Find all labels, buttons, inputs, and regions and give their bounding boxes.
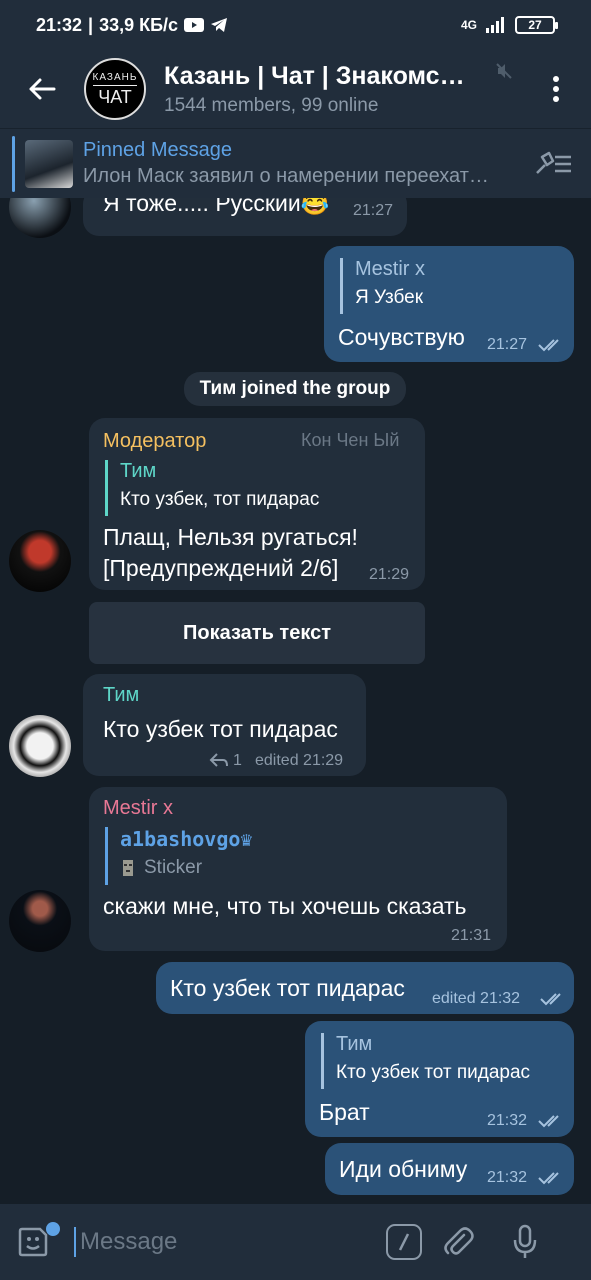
- sticker-smile-icon: [18, 1227, 48, 1257]
- sender-name[interactable]: Mestir x: [103, 797, 173, 820]
- message-time: edited 21:32: [432, 990, 521, 1007]
- message-list[interactable]: Я тоже..... Русский😂 21:27 Mestir x Я Уз…: [0, 198, 591, 1204]
- avatar[interactable]: [9, 890, 71, 952]
- message-text: Сочувствую: [338, 324, 465, 350]
- message-time: 21:29: [369, 566, 410, 583]
- message-time: 21:32: [487, 1112, 528, 1129]
- message-time: 21:27: [353, 202, 394, 219]
- avatar[interactable]: [9, 530, 71, 592]
- message-text: скажи мне, что ты хочешь сказать: [103, 893, 467, 919]
- chat-title-area[interactable]: Казань | Чат | Знакомс… 1544 members, 99…: [164, 62, 494, 117]
- read-check-icon: [540, 993, 561, 1006]
- reply-name: Тим: [120, 460, 157, 482]
- read-check-icon: [538, 1172, 559, 1185]
- message-bubble[interactable]: Иди обниму 21:32: [325, 1143, 574, 1195]
- reply-preview[interactable]: Тим Кто узбек, тот пидарас: [105, 460, 319, 516]
- message-bubble[interactable]: Кто узбек тот пидарас edited 21:32: [156, 962, 574, 1014]
- youtube-icon: [184, 18, 205, 32]
- read-check-icon: [538, 1115, 559, 1128]
- pinned-thumbnail: [25, 139, 73, 188]
- sender-name[interactable]: Модератор: [103, 430, 206, 453]
- message-text: Я тоже..... Русский😂: [103, 198, 330, 216]
- back-button[interactable]: [0, 50, 84, 128]
- reply-text: Кто узбек тот пидарас: [336, 1062, 531, 1083]
- attach-button[interactable]: [422, 1225, 494, 1259]
- message-text: Кто узбек тот пидарас: [170, 975, 405, 1001]
- pinned-text: Илон Маск заявил о намерении переехат…: [83, 165, 489, 187]
- battery-icon: 27: [515, 16, 558, 34]
- avatar-line1: КАЗАНЬ: [92, 72, 138, 86]
- text-cursor: [74, 1227, 76, 1257]
- message-bubble[interactable]: Я тоже..... Русский😂 21:27: [83, 198, 407, 236]
- message-bubble[interactable]: Модератор Кон Чен Ый Тим Кто узбек, тот …: [89, 418, 425, 590]
- network-label: 4G: [460, 18, 477, 32]
- message-bubble[interactable]: Тим Кто узбек тот пидарас 1 edited 21:29: [83, 674, 366, 776]
- reply-name: a1bashovgo♛: [120, 827, 253, 851]
- avatar[interactable]: [9, 198, 71, 238]
- reply-preview[interactable]: Mestir x Я Узбек: [340, 258, 425, 314]
- reply-preview[interactable]: Тим Кто узбек тот пидарас: [321, 1033, 530, 1089]
- message-bubble[interactable]: Mestir x a1bashovgo♛ Sticker скажи мне, …: [89, 787, 507, 951]
- chat-header: КАЗАНЬ ЧАТ Казань | Чат | Знакомс… 1544 …: [0, 50, 591, 128]
- status-time: 21:32: [36, 14, 83, 35]
- pinned-list-button[interactable]: [533, 149, 573, 182]
- status-separator: |: [88, 14, 94, 35]
- reply-name: Mestir x: [355, 258, 425, 280]
- moai-sticker-icon: [123, 860, 133, 876]
- message-text: Брат: [319, 1099, 370, 1125]
- microphone-icon: [513, 1224, 537, 1258]
- reply-name: Тим: [336, 1033, 373, 1055]
- reply-preview[interactable]: a1bashovgo♛ Sticker: [105, 827, 252, 885]
- message-time: 21:32: [487, 1169, 528, 1186]
- more-vertical-icon: [553, 76, 559, 102]
- pin-list-icon: [536, 151, 571, 174]
- status-bar: 21:32 | 33,9 КБ/с 4G 27: [0, 0, 591, 50]
- mute-icon: [496, 63, 512, 79]
- telegram-icon: [211, 18, 228, 32]
- read-check-icon: [538, 339, 559, 352]
- message-time: edited 21:29: [255, 752, 344, 769]
- show-text-button[interactable]: Показать текст: [89, 602, 425, 664]
- reply-arrow-icon: [209, 753, 228, 767]
- reply-count[interactable]: 1: [233, 752, 242, 770]
- pinned-label: Pinned Message: [83, 139, 232, 161]
- chat-title: Казань | Чат | Знакомс…: [164, 61, 465, 90]
- message-text-line2: [Предупреждений 2/6]: [103, 555, 339, 581]
- battery-level: 27: [528, 18, 542, 32]
- pinned-message-bar[interactable]: Pinned Message Илон Маск заявил о намере…: [0, 128, 591, 198]
- sender-name[interactable]: Тим: [103, 684, 139, 707]
- message-bubble[interactable]: Тим Кто узбек тот пидарас Брат 21:32: [305, 1021, 574, 1137]
- message-bubble[interactable]: Mestir x Я Узбек Сочувствую 21:27: [324, 246, 574, 362]
- voice-button[interactable]: [494, 1224, 556, 1260]
- message-text: Иди обниму: [339, 1156, 468, 1182]
- reply-sticker-row: Sticker: [120, 857, 252, 879]
- notification-dot: [46, 1222, 60, 1236]
- service-message: Тим joined the group: [184, 372, 406, 406]
- message-text: Кто узбек тот пидарас: [103, 716, 338, 742]
- arrow-left-icon: [29, 78, 56, 100]
- emoji-button[interactable]: [0, 1204, 66, 1280]
- message-text-line1: Плащ, Нельзя ругаться!: [103, 524, 358, 550]
- reply-text: Sticker: [144, 857, 203, 878]
- reply-text: Кто узбек, тот пидарас: [120, 489, 320, 510]
- paperclip-icon: [444, 1227, 474, 1255]
- avatar[interactable]: [9, 715, 71, 777]
- message-input-bar: Message: [0, 1204, 591, 1280]
- status-speed: 33,9 КБ/с: [99, 14, 179, 35]
- chat-subtitle: 1544 members, 99 online: [164, 94, 379, 116]
- show-text-label: Показать текст: [183, 621, 331, 644]
- bot-command-button[interactable]: [386, 1224, 422, 1260]
- admin-badge: Кон Чен Ый: [301, 430, 400, 450]
- reply-text: Я Узбек: [355, 287, 424, 308]
- message-input[interactable]: Message: [80, 1228, 380, 1256]
- message-time: 21:31: [451, 927, 492, 944]
- signal-icon: [486, 17, 504, 33]
- pinned-indicator: [12, 135, 15, 192]
- more-menu-button[interactable]: [521, 75, 591, 103]
- slash-icon: [398, 1233, 410, 1251]
- group-avatar[interactable]: КАЗАНЬ ЧАТ: [84, 58, 146, 120]
- avatar-line2: ЧАТ: [98, 86, 132, 107]
- message-time: 21:27: [487, 336, 528, 353]
